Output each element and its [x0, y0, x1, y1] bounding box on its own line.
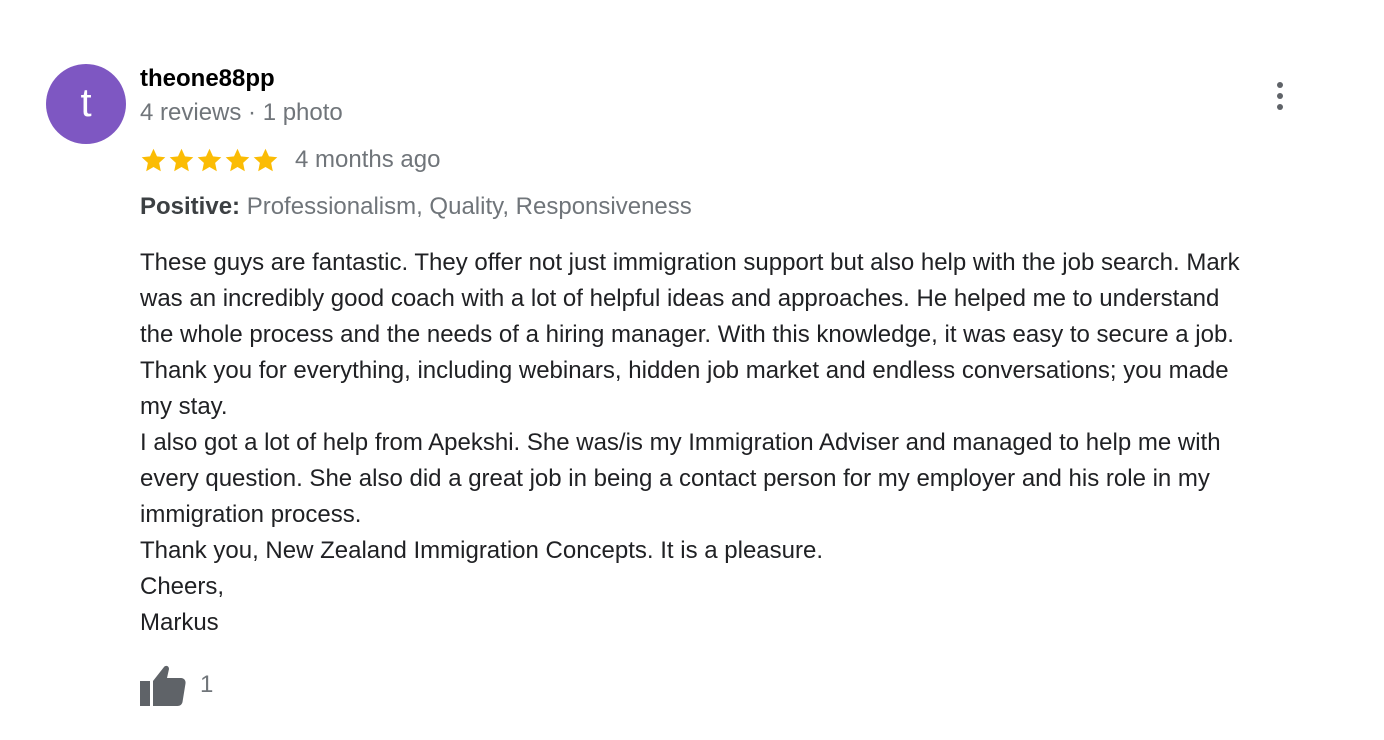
- star-icon: [253, 148, 278, 171]
- author-avatar[interactable]: t: [46, 64, 126, 144]
- star-icon: [225, 148, 250, 171]
- more-options-button[interactable]: [1264, 78, 1296, 114]
- star-icon: [141, 148, 166, 171]
- author-review-count: 4 reviews · 1 photo: [140, 99, 343, 126]
- review-text-line: Thank you, New Zealand Immigration Conce…: [140, 537, 823, 564]
- review-text-line: every question. She also did a great job…: [140, 465, 1210, 492]
- review-text-line: immigration process.: [140, 501, 362, 528]
- review-text-line: my stay.: [140, 393, 228, 420]
- review-text-line: Markus: [140, 609, 219, 636]
- like-count: 1: [200, 671, 214, 698]
- star-icon: [197, 148, 222, 171]
- attributes-label: Positive:: [140, 193, 241, 220]
- more-vert-icon: [1277, 82, 1283, 88]
- review-text-line: These guys are fantastic. They offer not…: [140, 249, 1240, 276]
- review-text-line: was an incredibly good coach with a lot …: [140, 285, 1220, 312]
- rating-row: 4 months ago: [140, 144, 440, 176]
- review-text-line: Thank you for everything, including webi…: [140, 357, 1229, 384]
- like-row: 1: [140, 664, 213, 706]
- attributes-values: Professionalism, Quality, Responsiveness: [246, 193, 692, 220]
- star-icon: [169, 148, 194, 171]
- thumb-up-icon: [140, 665, 186, 706]
- review-text-line: Cheers,: [140, 573, 225, 600]
- author-name[interactable]: theone88pp: [140, 64, 275, 94]
- review-date: 4 months ago: [295, 146, 441, 173]
- review-text-line: the whole process and the needs of a hir…: [140, 321, 1234, 348]
- star-rating: [140, 147, 279, 174]
- more-vert-icon-dot: [1277, 93, 1283, 99]
- like-button[interactable]: [140, 664, 186, 706]
- more-vert-icon-dot: [1277, 104, 1283, 110]
- review-text-line: I also got a lot of help from Apekshi. S…: [140, 429, 1221, 456]
- review-text: These guys are fantastic. They offer not…: [140, 245, 1350, 641]
- review-attributes: Positive: Professionalism, Quality, Resp…: [140, 192, 692, 222]
